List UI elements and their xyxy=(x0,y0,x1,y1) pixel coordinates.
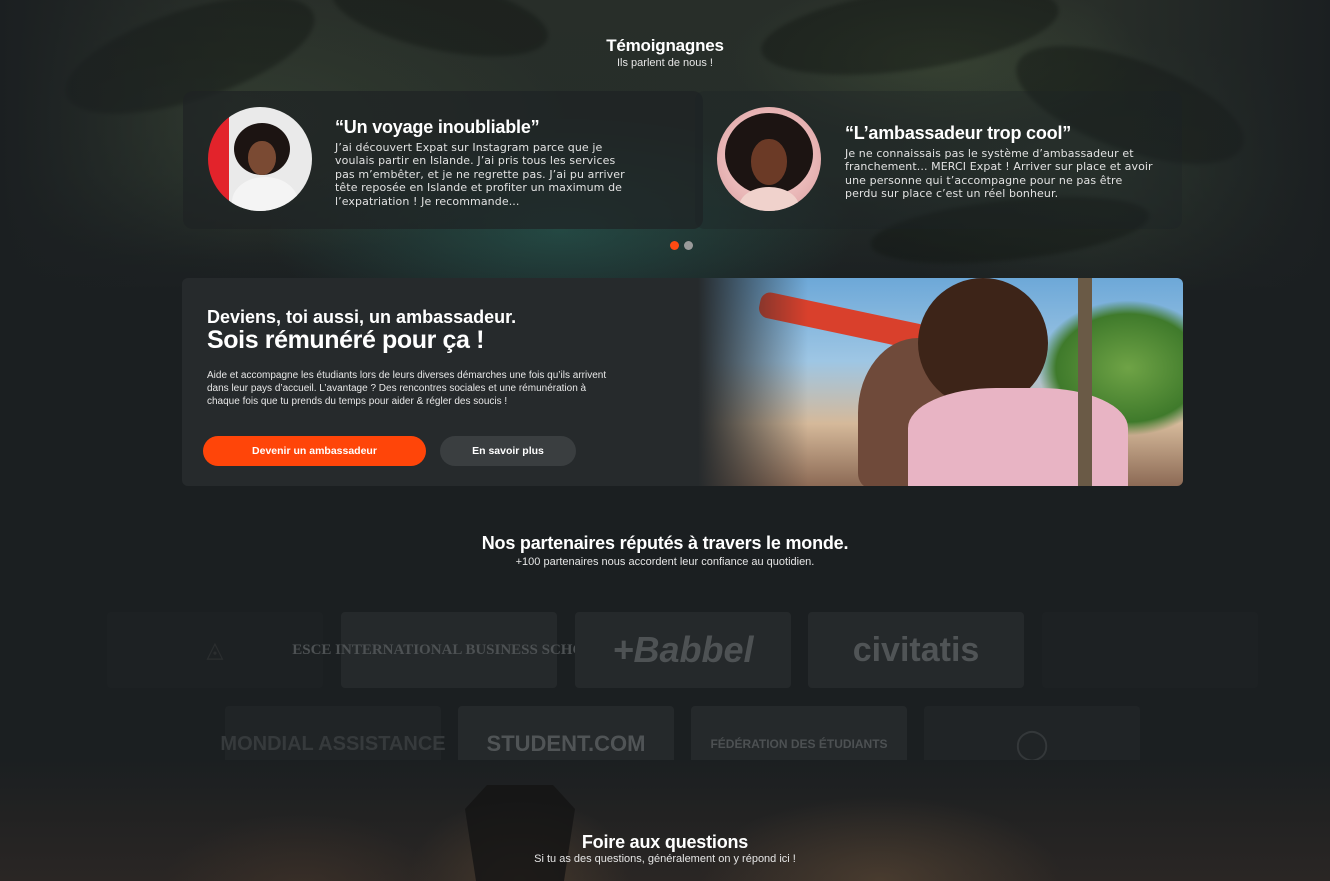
partner-logo-label: MONDIAL ASSISTANCE xyxy=(220,732,446,755)
partner-logo-tile[interactable]: ◬ xyxy=(107,612,323,688)
partner-logo-babbel[interactable]: +Babbel xyxy=(575,612,791,688)
ambassador-photo xyxy=(698,278,1183,486)
testimonial-content: “L’ambassadeur trop cool” Je ne connaiss… xyxy=(845,123,1155,201)
testimonial-content: “Un voyage inoubliable” J’ai découvert E… xyxy=(335,117,635,208)
avatar xyxy=(717,107,821,211)
pink-shirt-shape xyxy=(908,388,1128,486)
emblem-icon: ◬ xyxy=(206,637,224,662)
testimonials-header: Témoignagnes Ils parlent de nous ! xyxy=(0,36,1330,69)
partner-logo-label: STUDENT.COM xyxy=(486,731,646,756)
partner-logo-label: civitatis xyxy=(852,630,980,669)
ambassador-banner: Deviens, toi aussi, un ambassadeur. Sois… xyxy=(182,278,1183,486)
circle-logo-icon: ◯ xyxy=(1015,727,1049,761)
become-ambassador-button[interactable]: Devenir un ambassadeur xyxy=(203,436,426,466)
carousel-dot-1[interactable] xyxy=(670,241,679,250)
testimonial-title: “L’ambassadeur trop cool” xyxy=(845,123,1072,143)
photo-fade-overlay xyxy=(698,278,808,486)
testimonial-card: “L’ambassadeur trop cool” Je ne connaiss… xyxy=(695,91,1182,229)
carousel-dots xyxy=(670,241,693,250)
testimonials-subtitle: Ils parlent de nous ! xyxy=(616,57,713,69)
faq-subtitle: Si tu as des questions, généralement on … xyxy=(534,853,796,865)
learn-more-button[interactable]: En savoir plus xyxy=(440,436,576,466)
testimonials-title: Témoignagnes xyxy=(606,36,724,55)
avatar xyxy=(208,107,312,211)
ambassador-subheading: Sois rémunéré pour ça ! xyxy=(207,326,484,354)
carousel-dot-2[interactable] xyxy=(684,241,693,250)
partner-logo-civitatis[interactable]: civitatis xyxy=(808,612,1024,688)
partner-logo-label: +Babbel xyxy=(612,629,754,670)
partner-logo-label: FÉDÉRATION DES ÉTUDIANTS xyxy=(710,737,888,751)
faq-header: Foire aux questions Si tu as des questio… xyxy=(0,832,1330,865)
testimonial-text: J’ai découvert Expat sur Instagram parce… xyxy=(335,141,625,208)
avatar-body-shape xyxy=(739,187,799,211)
ambassador-description: Aide et accompagne les étudiants lors de… xyxy=(207,370,607,408)
palm-trunk-shape xyxy=(1078,278,1092,486)
faq-title: Foire aux questions xyxy=(581,832,749,852)
testimonial-text: Je ne connaissais pas le système d’ambas… xyxy=(845,147,1153,201)
partners-header: Nos partenaires réputés à travers le mon… xyxy=(0,533,1330,568)
partners-subtitle: +100 partenaires nous accordent leur con… xyxy=(515,556,815,568)
testimonial-card: “Un voyage inoubliable” J’ai découvert E… xyxy=(183,91,703,229)
avatar-body-shape xyxy=(232,177,298,211)
partner-logo-esce[interactable]: ESCE INTERNATIONAL BUSINESS SCHOOL xyxy=(292,612,606,688)
partner-logo-tile[interactable] xyxy=(1042,612,1258,688)
testimonial-title: “Un voyage inoubliable” xyxy=(335,117,540,137)
partners-title: Nos partenaires réputés à travers le mon… xyxy=(481,533,849,553)
partner-logo-label: ESCE INTERNATIONAL BUSINESS SCHOOL xyxy=(292,641,606,658)
avatar-face-shape xyxy=(248,141,276,175)
avatar-face-shape xyxy=(751,139,787,185)
ambassador-heading: Deviens, toi aussi, un ambassadeur. xyxy=(207,307,517,327)
